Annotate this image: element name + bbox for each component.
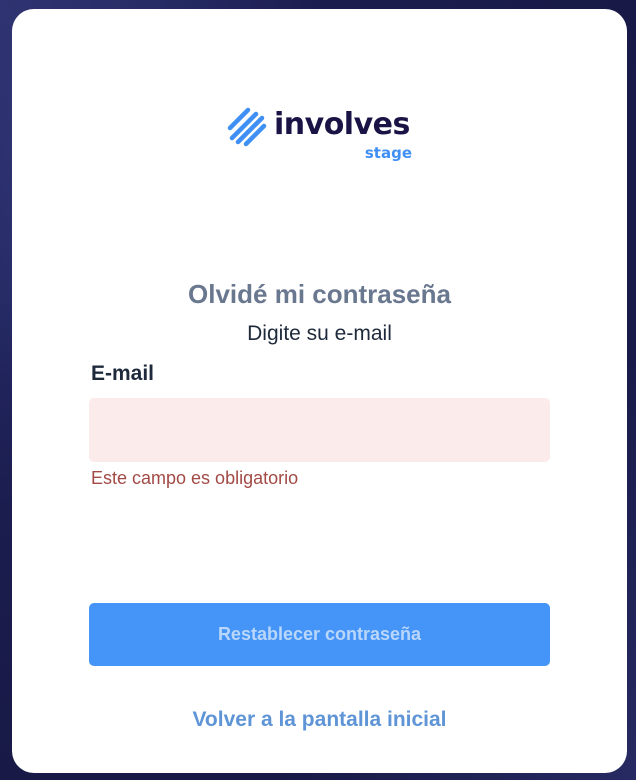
involves-stage-logo: involves stage [226,104,426,168]
forgot-password-card: involves stage Olvidé mi contraseña Digi… [12,9,627,773]
back-to-home-link[interactable]: Volver a la pantalla inicial [12,708,627,732]
email-error-message: Este campo es obligatorio [91,468,299,488]
page-subtitle: Digite su e-mail [247,322,392,345]
logo-subtitle: stage [364,144,412,162]
reset-password-button[interactable]: Restablecer contraseña [89,603,550,666]
logo-wordmark: involves [274,107,410,142]
page-title: Olvidé mi contraseña [188,279,451,309]
email-label: E-mail [91,362,155,385]
email-field[interactable] [89,398,550,462]
